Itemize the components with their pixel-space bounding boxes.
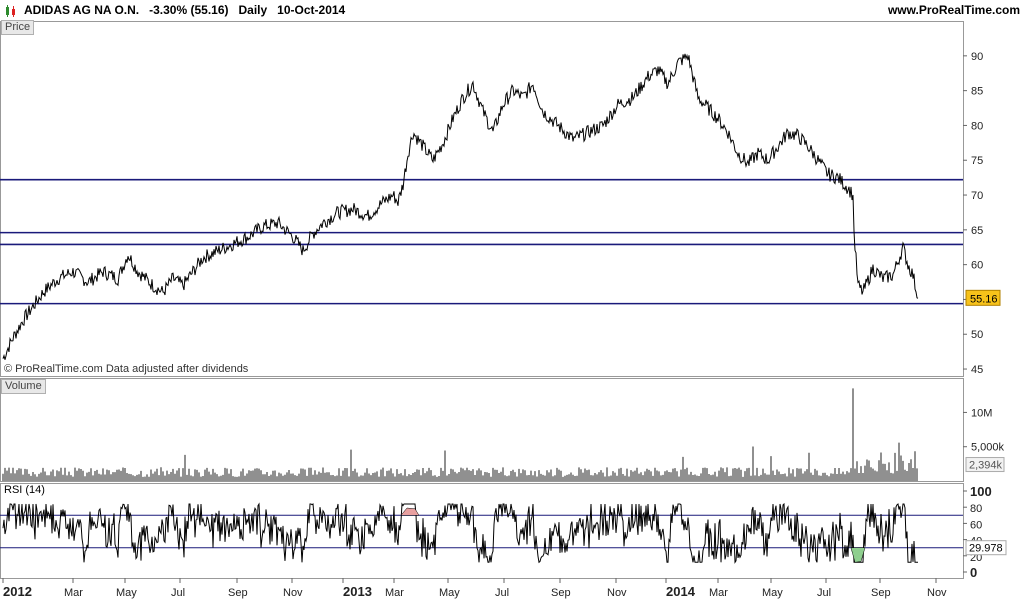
rsi-overbought-area: [400, 507, 420, 516]
stock-chart: 4550556065707580859055.1610M5,000k2,394k…: [0, 21, 1007, 599]
price-panel-label: Price: [1, 20, 35, 35]
last-price-label: 55.16: [970, 293, 998, 305]
rsi-last-label: 29.978: [969, 543, 1003, 555]
x-axis-tick-label: Mar: [64, 587, 83, 599]
price-y-tick-label: 75: [971, 155, 983, 167]
x-axis-tick-label: May: [116, 587, 137, 599]
x-axis-tick-label: Sep: [551, 587, 571, 599]
price-panel-frame: [0, 21, 964, 377]
x-axis-tick-label: 2012: [3, 584, 32, 599]
x-axis-tick-label: 2014: [666, 584, 696, 599]
price-y-tick-label: 60: [971, 260, 983, 272]
x-axis-tick-label: Mar: [709, 587, 728, 599]
x-axis-tick-label: Mar: [385, 587, 404, 599]
volume-panel-frame: [0, 378, 964, 482]
rsi-panel-frame: [0, 483, 964, 579]
x-axis-tick-label: May: [762, 587, 783, 599]
rsi-panel-label: RSI (14): [4, 484, 45, 496]
price-y-tick-label: 50: [971, 329, 983, 341]
price-y-tick-label: 85: [971, 86, 983, 98]
x-axis-tick-label: Nov: [927, 587, 947, 599]
x-axis-tick-label: Sep: [228, 587, 248, 599]
rsi-y-tick-label: 60: [970, 519, 982, 531]
price-series-line: [2, 53, 919, 360]
x-axis-tick-label: Jul: [495, 587, 509, 599]
volume-y-tick-label: 10M: [971, 407, 992, 419]
x-axis-tick-label: May: [439, 587, 460, 599]
x-axis-tick-label: Jul: [171, 587, 185, 599]
x-axis-tick-label: Nov: [607, 587, 627, 599]
price-y-tick-label: 80: [971, 120, 983, 132]
x-axis-tick-label: Jul: [817, 587, 831, 599]
rsi-series-line: [2, 502, 918, 564]
x-axis-tick-label: Sep: [871, 587, 891, 599]
rsi-y-tick-label: 100: [970, 484, 992, 499]
volume-panel-label: Volume: [1, 379, 46, 394]
price-y-tick-label: 45: [971, 364, 983, 376]
rsi-y-tick-label: 80: [970, 503, 982, 515]
volume-bars: [2, 446, 918, 481]
rsi-y-tick-label: 0: [970, 565, 977, 580]
volume-last-label: 2,394k: [969, 460, 1003, 472]
price-y-tick-label: 90: [971, 51, 983, 63]
watermark: © ProRealTime.com Data adjusted after di…: [4, 363, 249, 375]
x-axis-tick-label: Nov: [283, 587, 303, 599]
price-y-tick-label: 65: [971, 225, 983, 237]
x-axis-tick-label: 2013: [343, 584, 372, 599]
price-y-tick-label: 70: [971, 190, 983, 202]
volume-y-tick-label: 5,000k: [971, 442, 1005, 454]
